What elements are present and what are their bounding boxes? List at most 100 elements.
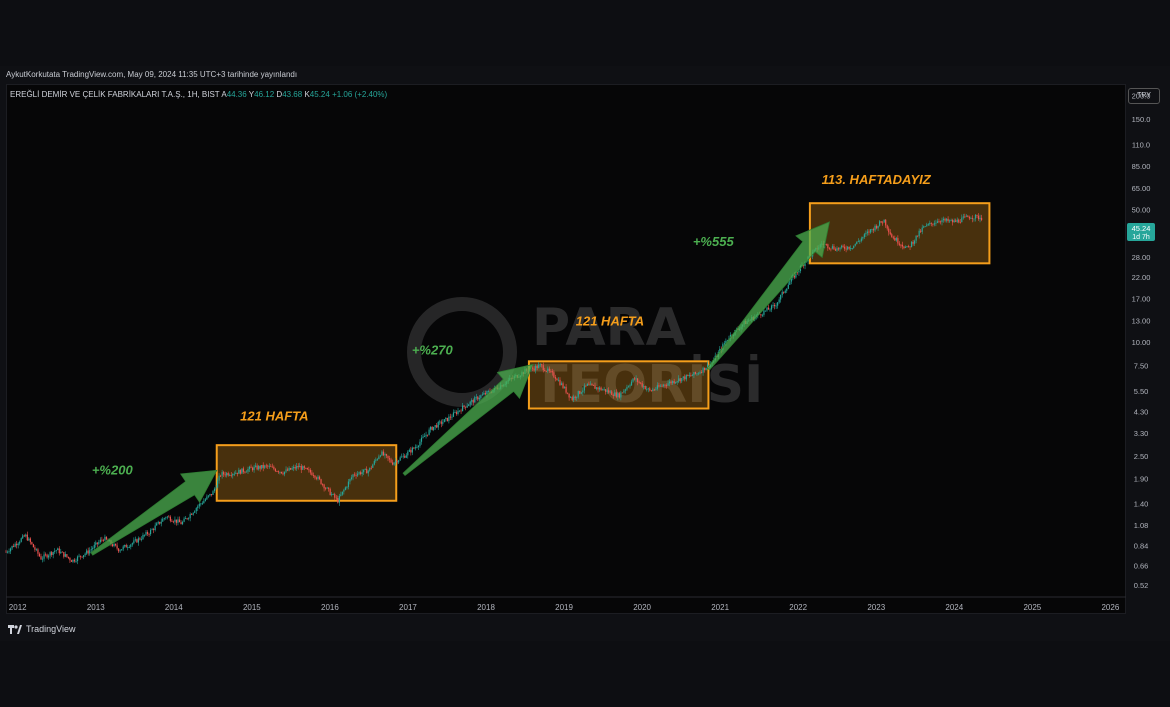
candle-body [866,231,869,234]
candle-body [19,541,21,544]
candle-body [6,551,9,553]
candle-body [786,288,788,291]
candle-body [856,241,858,245]
candle-body [241,468,243,474]
candle-body [973,218,975,220]
candle-body [895,238,897,241]
candle-body [224,474,226,476]
candle-body [251,467,254,471]
candle-body [416,447,418,448]
candle-body [139,538,141,540]
candle-body [892,237,894,239]
y-tick-label: 17.00 [1132,294,1151,303]
candle-body [860,238,862,241]
candle-body [293,466,295,469]
candle-body [276,471,278,472]
candle-body [665,385,668,387]
candle-body [443,419,445,423]
candle-body [582,390,584,393]
candle-body [539,364,541,366]
x-tick-label: 2020 [633,603,651,612]
candle-body [789,281,791,285]
tradingview-footer[interactable]: TradingView [8,624,76,634]
candle-body [914,240,916,244]
candle-body [664,384,666,386]
candle-body [637,378,639,382]
candle-body [690,375,692,376]
candle-body [405,455,407,458]
candle-body [574,396,576,398]
candle-body [171,520,173,522]
candle-body [248,466,251,470]
candle-body [687,374,689,376]
candle-body [941,220,943,223]
candle-body [277,471,280,473]
candle-body [487,390,490,392]
candle-body [294,466,296,469]
candle-body [87,550,89,554]
candle-body [43,554,45,559]
candle-body [356,473,359,476]
candle-body [253,466,255,471]
trend-arrow-icon [90,469,218,556]
candle-body [125,544,127,548]
candle-body [885,219,887,226]
candle-body [930,222,932,224]
candle-body [271,466,273,468]
candle-body [212,491,214,495]
candle-body [133,540,135,544]
candle-body [787,284,789,289]
candle-body [385,454,388,456]
candle-body [699,372,701,374]
candle-body [971,218,974,219]
candle-body [433,426,435,430]
candle-body [947,218,949,222]
candle-body [215,487,217,489]
candle-body [184,518,187,520]
candle-body [331,494,333,496]
y-tick-label: 0.66 [1134,561,1149,570]
candle-body [557,379,560,381]
candle-body [360,472,362,475]
candle-body [542,365,544,370]
candle-body [245,471,248,473]
y-tick-label: 200.0 [1132,91,1151,100]
candle-body [956,219,958,222]
candle-body [544,369,546,372]
x-tick-label: 2023 [867,603,885,612]
candle-body [291,468,293,470]
candle-body [615,392,617,398]
candle-body [28,538,30,541]
candle-body [122,546,124,550]
candle-body [977,215,980,220]
candle-body [612,394,614,396]
candle-body [567,392,569,394]
candle-body [341,491,343,495]
candle-body [936,221,939,223]
candle-body [863,234,865,237]
candle-body [781,291,783,296]
y-tick-label: 85.00 [1132,162,1151,171]
candle-body [798,271,800,273]
candle-body [767,307,770,310]
candle-body [343,489,345,492]
candle-body [290,468,292,470]
candle-body [9,548,12,552]
candle-body [407,451,409,456]
candle-body [592,384,595,386]
candle-body [174,519,176,522]
candle-body [140,539,143,540]
candle-body [611,391,613,395]
candle-body [159,521,161,524]
candle-body [203,500,205,504]
candle-body [430,426,432,430]
candle-body [907,246,910,247]
candle-body [201,503,203,505]
candle-body [390,459,392,463]
candle-body [283,471,286,475]
candle-body [314,475,316,478]
candle-body [146,532,149,535]
candle-body [633,378,636,380]
candle-body [16,543,18,546]
candle-body [75,561,77,562]
